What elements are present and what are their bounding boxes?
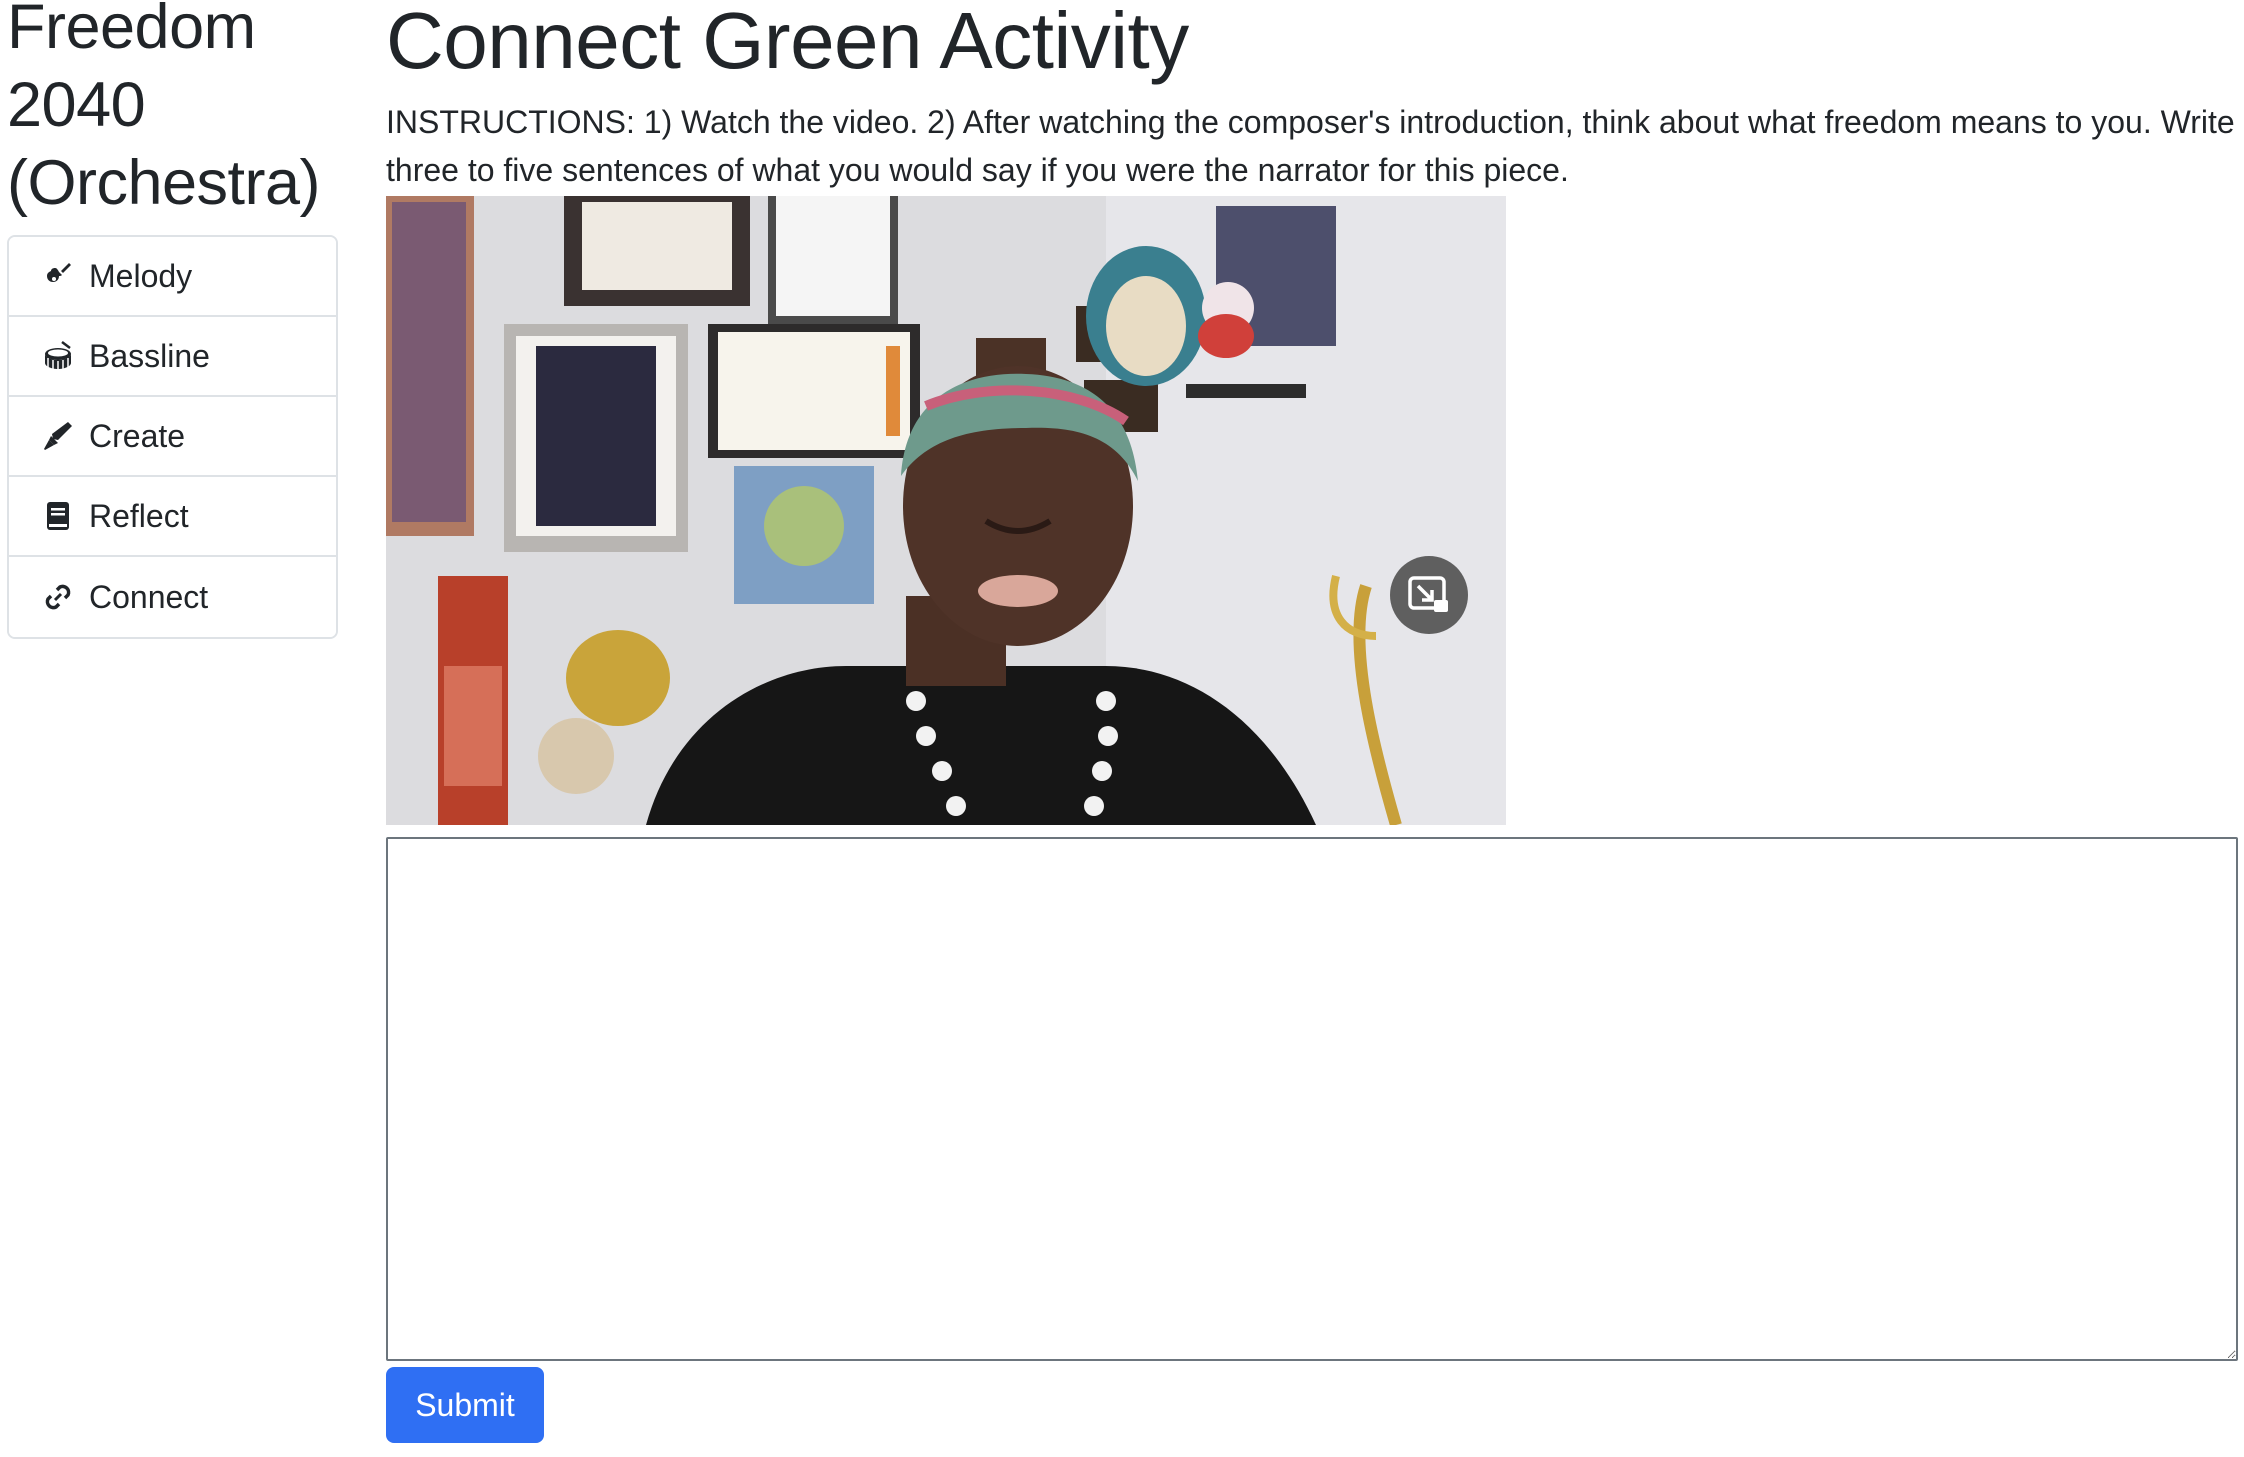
book-icon: [41, 499, 75, 533]
sidebar-item-label: Melody: [89, 257, 193, 294]
app-title: Freedom 2040 (Orchestra): [7, 0, 321, 218]
instructions-text: INSTRUCTIONS: 1) Watch the video. 2) Aft…: [386, 104, 2235, 188]
sidebar-nav: Melody Bassline Create Reflect Connect: [7, 235, 338, 639]
sidebar-item-melody[interactable]: Melody: [9, 237, 336, 317]
drum-icon: [41, 339, 75, 373]
link-icon: [41, 580, 75, 614]
sidebar-item-connect[interactable]: Connect: [9, 557, 336, 637]
sidebar-item-label: Create: [89, 417, 186, 454]
guitar-icon: [41, 259, 75, 293]
sidebar-item-reflect[interactable]: Reflect: [9, 477, 336, 557]
response-textarea[interactable]: [386, 837, 2238, 1361]
sidebar-item-label: Bassline: [89, 337, 210, 374]
pen-icon: [41, 419, 75, 453]
sidebar: Freedom 2040 (Orchestra) Melody Bassline…: [7, 0, 338, 639]
submit-button[interactable]: Submit: [386, 1367, 544, 1443]
main-content: Connect Green Activity INSTRUCTIONS: 1) …: [386, 0, 2238, 1443]
page-title: Connect Green Activity: [386, 0, 1189, 85]
sidebar-item-create[interactable]: Create: [9, 397, 336, 477]
picture-in-picture-icon[interactable]: [1390, 556, 1468, 634]
video-frame: [386, 196, 1506, 825]
sidebar-item-bassline[interactable]: Bassline: [9, 317, 336, 397]
sidebar-item-label: Connect: [89, 578, 209, 615]
video-player[interactable]: [386, 196, 1506, 825]
sidebar-item-label: Reflect: [89, 497, 189, 534]
